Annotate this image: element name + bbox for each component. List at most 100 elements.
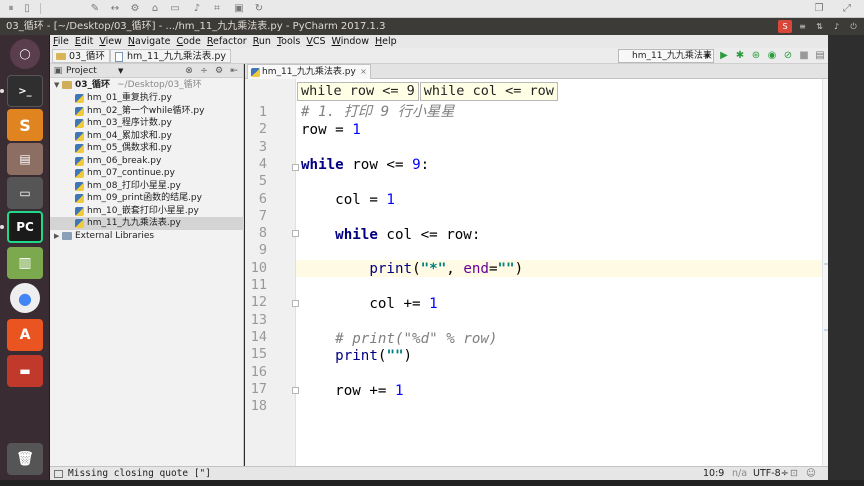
input-icon[interactable]: ≡	[796, 20, 809, 33]
editor-tab[interactable]: hm_11_九九乘法表.py ×	[247, 64, 371, 79]
menu-tools[interactable]: Tools	[274, 35, 303, 48]
restore-icon[interactable]: ❐	[812, 2, 826, 15]
arrows-icon[interactable]: ↔	[108, 2, 122, 15]
lock-icon[interactable]: ⌂	[148, 2, 162, 15]
tree-external-libraries[interactable]: ▶ External Libraries	[50, 230, 244, 243]
run-config-select[interactable]: hm_11_九九乘法表 ▼	[618, 49, 714, 63]
pycharm-icon[interactable]: PC	[7, 211, 43, 243]
software-center-icon[interactable]: A	[7, 319, 43, 351]
save-icon[interactable]: ▣	[232, 2, 246, 15]
collapse-icon[interactable]: ÷	[198, 65, 210, 77]
screen-icon[interactable]: ▭	[168, 2, 182, 15]
tree-file[interactable]: hm_01_重复执行.py	[50, 92, 244, 105]
hint-inner-while[interactable]: while col <= row	[419, 82, 558, 101]
menu-vcs[interactable]: VCS	[303, 35, 328, 48]
expand-icon[interactable]: ⤢	[840, 2, 854, 15]
files-icon[interactable]: ▤	[7, 143, 43, 175]
breadcrumb-project[interactable]: 03_循环	[52, 49, 110, 63]
stop-icon[interactable]: ▯	[20, 2, 34, 15]
line-number: 6	[258, 190, 267, 207]
chevron-down-icon[interactable]: ▼	[118, 64, 123, 78]
coverage-icon[interactable]: ⊛	[750, 50, 762, 62]
line-separator[interactable]: n/a	[732, 467, 747, 480]
tree-file[interactable]: hm_09_print函数的结尾.py	[50, 192, 244, 205]
close-icon[interactable]: ×	[360, 65, 367, 79]
sound-icon[interactable]: ♪	[830, 20, 843, 33]
fold-icon[interactable]	[292, 300, 299, 307]
expand-arrow-icon[interactable]: ▼	[54, 79, 59, 92]
tree-root[interactable]: ▼ 03_循环 ~/Desktop/03_循环	[50, 79, 244, 92]
fold-icon[interactable]	[292, 387, 299, 394]
terminal-icon[interactable]: >_	[7, 75, 43, 107]
menu-window[interactable]: Window	[329, 35, 372, 48]
run-icon[interactable]: ▶	[718, 50, 730, 62]
sync-icon[interactable]: ⊗	[183, 65, 195, 77]
chrome-icon[interactable]: ●	[10, 283, 40, 313]
gear-icon[interactable]: ⚙	[213, 65, 225, 77]
project-view-icon: ▣	[53, 66, 63, 76]
lock-icon[interactable]: ⊡	[790, 467, 798, 480]
menu-help[interactable]: Help	[372, 35, 400, 48]
breadcrumb-file[interactable]: hm_11_九九乘法表.py	[110, 49, 232, 63]
power-icon[interactable]: ⏻	[847, 20, 860, 33]
books-icon[interactable]: ▥	[7, 247, 43, 279]
menu-navigate[interactable]: Navigate	[125, 35, 174, 48]
menu-refactor[interactable]: Refactor	[204, 35, 250, 48]
tree-file[interactable]: hm_10_嵌套打印小星星.py	[50, 205, 244, 218]
menu-run[interactable]: Run	[250, 35, 274, 48]
code-area[interactable]: # 1. 打印 9 行小星星 row = 1 while row <= 9: c…	[301, 79, 821, 466]
tree-file-label: hm_08_打印小星星.py	[87, 180, 181, 191]
tree-file[interactable]: hm_08_打印小星星.py	[50, 180, 244, 193]
debug-icon[interactable]: ✱	[734, 50, 746, 62]
clip-icon[interactable]: ⌗	[210, 2, 224, 15]
external-libraries-label: External Libraries	[75, 231, 155, 241]
concurrency-icon[interactable]: ⊘	[782, 50, 794, 62]
wrench-icon[interactable]: ✎	[88, 2, 102, 15]
hide-icon[interactable]: ⇤	[228, 65, 240, 77]
window-title: 03_循环 - [~/Desktop/03_循环] - .../hm_11_九九…	[6, 21, 386, 32]
tree-file[interactable]: hm_03_程序计数.py	[50, 117, 244, 130]
line-number: 9	[258, 242, 267, 259]
hint-outer-while[interactable]: while row <= 9	[297, 82, 419, 101]
project-view-label[interactable]: Project	[66, 64, 97, 78]
ubuntu-launcher: ◯ >_ S ▤ ▭ PC ▥ ● A ▬ 🗑	[0, 35, 50, 486]
running-indicator	[0, 89, 4, 93]
tree-file-selected[interactable]: hm_11_九九乘法表.py	[50, 217, 244, 230]
sublime-icon[interactable]: S	[7, 109, 43, 141]
tree-file-label: hm_07_continue.py	[87, 168, 175, 178]
tree-file[interactable]: hm_04_累加求和.py	[50, 130, 244, 143]
inspection-icon[interactable]: ☺	[806, 467, 816, 480]
pause-icon[interactable]: ⏸	[4, 2, 18, 15]
dash-icon[interactable]: ◯	[10, 39, 40, 69]
python-file-icon	[75, 94, 84, 103]
volume-icon[interactable]: ♪	[190, 2, 204, 15]
app-indicator-icon[interactable]: S	[778, 20, 792, 33]
file-encoding[interactable]: UTF-8÷	[753, 467, 789, 480]
panel-toggle-icon[interactable]	[54, 470, 63, 478]
menu-file[interactable]: File	[50, 35, 72, 48]
expand-arrow-icon[interactable]: ▶	[54, 230, 59, 243]
menu-code[interactable]: Code	[174, 35, 204, 48]
line-number: 17	[250, 380, 267, 397]
code-editor[interactable]: 1 2 3 4 5 6 7 8 9 10 11 12 13 14 15 16 17 18 # 1. 打印 9 行小…	[245, 79, 828, 466]
menu-view[interactable]: View	[96, 35, 125, 48]
stop-run-icon[interactable]: ■	[798, 50, 810, 62]
fold-icon[interactable]	[292, 164, 299, 171]
tree-file[interactable]: hm_07_continue.py	[50, 167, 244, 180]
fold-icon[interactable]	[292, 230, 299, 237]
menu-edit[interactable]: Edit	[72, 35, 96, 48]
tree-file[interactable]: hm_02_第一个while循环.py	[50, 105, 244, 118]
project-panel: ▣ Project ▼ ⊗ ÷ ⚙ ⇤ ▼ 03_循环 ~/Desktop/03…	[50, 64, 244, 466]
tree-file[interactable]: hm_05_偶数求和.py	[50, 142, 244, 155]
tree-file[interactable]: hm_06_break.py	[50, 155, 244, 168]
window-icon[interactable]: ▭	[7, 177, 43, 209]
settings-icon[interactable]: ⚙	[128, 2, 142, 15]
trash-icon[interactable]: 🗑	[7, 443, 43, 475]
refresh-icon[interactable]: ↻	[252, 2, 266, 15]
profile-icon[interactable]: ◉	[766, 50, 778, 62]
caret-position[interactable]: 10:9	[703, 467, 724, 480]
network-icon[interactable]: ⇅	[813, 20, 826, 33]
menu-bar: File Edit View Navigate Code Refactor Ru…	[50, 35, 828, 48]
workspace-icon[interactable]: ▬	[7, 355, 43, 387]
layout-icon[interactable]: ▤	[814, 50, 826, 62]
